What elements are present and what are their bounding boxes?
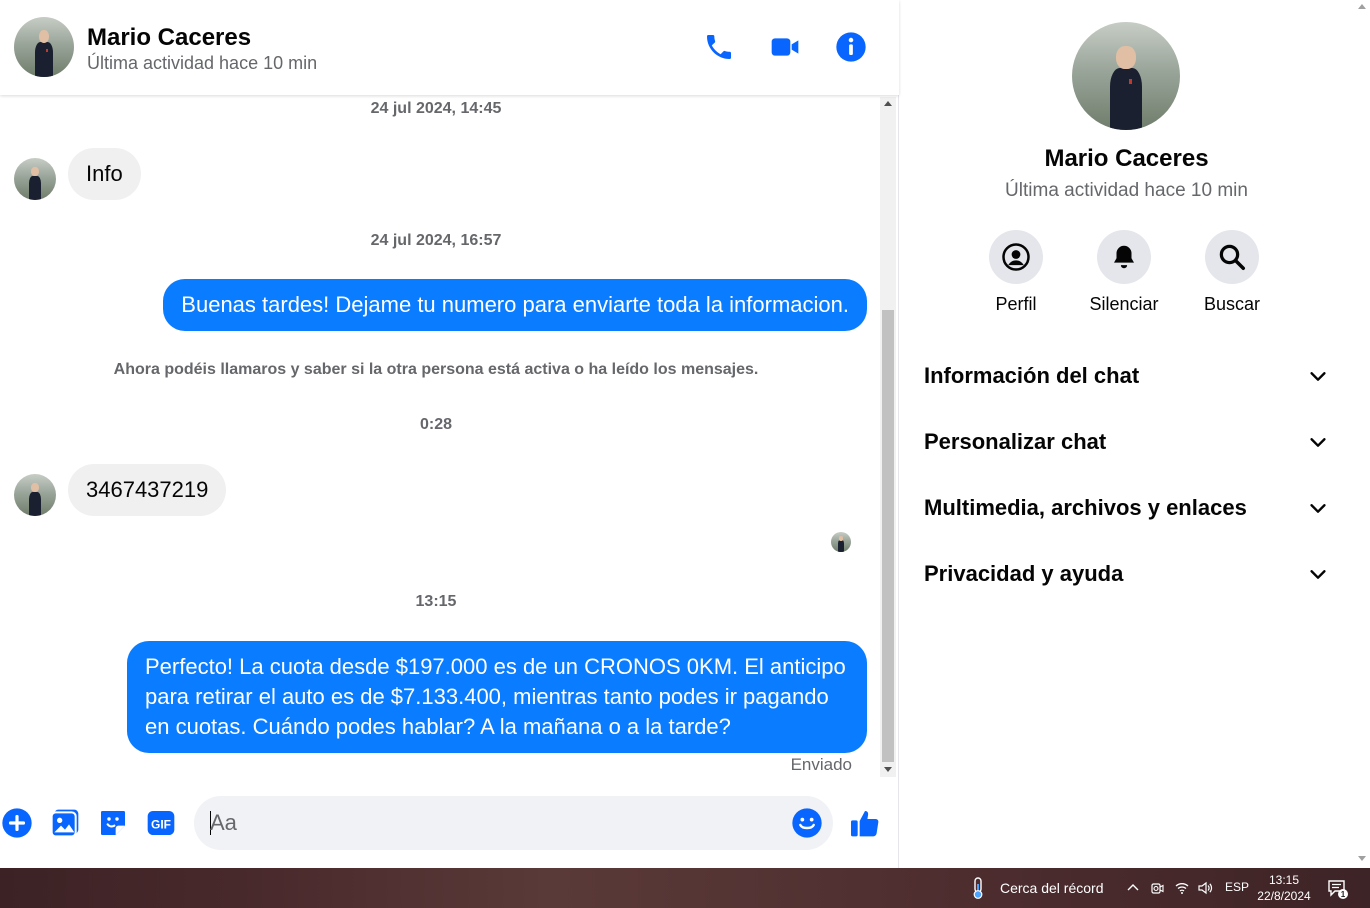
sticker-icon xyxy=(101,811,125,835)
search-icon xyxy=(1219,244,1245,270)
scroll-up-arrow[interactable] xyxy=(884,101,892,106)
message-input[interactable] xyxy=(210,796,770,850)
profile-name[interactable]: Mario Caceres xyxy=(900,145,1353,173)
gif-button[interactable]: GIF xyxy=(144,806,178,840)
mute-action-label: Silenciar xyxy=(1089,294,1159,314)
conversation-info-button[interactable] xyxy=(834,30,868,64)
contact-name[interactable]: Mario Caceres xyxy=(87,24,251,52)
profile-icon xyxy=(1002,243,1030,271)
profile-action[interactable]: Perfil xyxy=(961,230,1071,315)
speaker-icon[interactable] xyxy=(1197,880,1213,896)
image-icon xyxy=(50,809,79,838)
profile-photo[interactable] xyxy=(1072,22,1180,130)
bell-icon xyxy=(1114,245,1134,269)
search-action[interactable]: Buscar xyxy=(1177,230,1287,315)
message-list[interactable]: 24 jul 2024, 14:45 Info 24 jul 2024, 16:… xyxy=(0,95,880,780)
sticker-button[interactable] xyxy=(96,806,130,840)
section-privacy-help[interactable]: Privacidad y ayuda xyxy=(924,554,1329,594)
incoming-message[interactable]: 3467437219 xyxy=(68,464,227,516)
sent-status: Enviado xyxy=(790,755,852,774)
weather-text[interactable]: Cerca del récord xyxy=(1000,880,1104,896)
message-timestamp: 24 jul 2024, 16:57 xyxy=(370,232,502,249)
wifi-icon[interactable] xyxy=(1174,880,1190,896)
notification-icon[interactable]: 1 xyxy=(1327,878,1349,900)
chevron-down-icon xyxy=(1310,438,1326,447)
gif-icon: GIF xyxy=(147,811,175,835)
chevron-up-icon[interactable] xyxy=(1125,880,1141,896)
section-customize-chat[interactable]: Personalizar chat xyxy=(924,422,1329,462)
message-timestamp: 13:15 xyxy=(415,593,457,610)
profile-action-label: Perfil xyxy=(995,294,1037,314)
mute-action[interactable]: Silenciar xyxy=(1069,230,1179,315)
message-timestamp: 24 jul 2024, 14:45 xyxy=(370,100,502,117)
thumbs-up-icon xyxy=(851,811,879,837)
chevron-down-icon xyxy=(1310,372,1326,381)
more-actions-button[interactable] xyxy=(0,806,34,840)
outgoing-message[interactable]: Perfecto! La cuota desde $197.000 es de … xyxy=(127,641,867,753)
conversation-info-panel: Mario Caceres Última actividad hace 10 m… xyxy=(900,0,1353,868)
info-icon xyxy=(836,32,866,62)
video-camera-icon xyxy=(771,38,799,56)
plus-icon xyxy=(2,808,32,838)
svg-text:1: 1 xyxy=(1341,890,1346,899)
message-scrollbar[interactable] xyxy=(880,97,896,777)
like-button[interactable] xyxy=(848,806,882,840)
contact-status: Última actividad hace 10 min xyxy=(87,53,318,73)
svg-text:GIF: GIF xyxy=(151,817,171,831)
section-media-files-links[interactable]: Multimedia, archivos y enlaces xyxy=(924,488,1329,528)
attach-image-button[interactable] xyxy=(48,806,82,840)
video-call-button[interactable] xyxy=(768,30,802,64)
phone-icon xyxy=(707,35,731,59)
message-timestamp: 0:28 xyxy=(419,416,453,433)
chevron-down-icon xyxy=(1310,570,1326,579)
thermometer-icon[interactable] xyxy=(968,876,988,900)
section-chat-info[interactable]: Información del chat xyxy=(924,356,1329,396)
messenger-app: Mario Caceres Última actividad hace 10 m… xyxy=(0,0,1370,868)
scroll-thumb[interactable] xyxy=(882,310,894,762)
chat-header: Mario Caceres Última actividad hace 10 m… xyxy=(0,0,899,95)
search-action-label: Buscar xyxy=(1203,294,1261,314)
camera-icon[interactable] xyxy=(1149,880,1165,896)
outgoing-message[interactable]: Buenas tardes! Dejame tu numero para env… xyxy=(163,279,867,331)
contact-avatar[interactable] xyxy=(14,17,74,77)
windows-taskbar: Cerca del récord ESP 13:15 22/8/2024 1 xyxy=(0,868,1370,908)
incoming-message[interactable]: Info xyxy=(68,148,141,200)
clock[interactable]: 13:15 22/8/2024 xyxy=(1254,872,1314,904)
sender-avatar[interactable] xyxy=(14,158,56,200)
scroll-down-arrow[interactable] xyxy=(884,767,892,772)
language-indicator[interactable]: ESP xyxy=(1225,880,1249,894)
clock-time: 13:15 xyxy=(1268,873,1300,887)
profile-status: Última actividad hace 10 min xyxy=(1005,180,1248,201)
chat-pane: Mario Caceres Última actividad hace 10 m… xyxy=(0,0,899,868)
chevron-down-icon xyxy=(1310,504,1326,513)
clock-date: 22/8/2024 xyxy=(1257,889,1311,903)
sender-avatar[interactable] xyxy=(14,474,56,516)
page-scroll-down-arrow[interactable] xyxy=(1358,856,1366,861)
page-scroll-up-arrow[interactable] xyxy=(1358,4,1366,9)
page-scrollbar[interactable] xyxy=(1353,0,1370,868)
message-input-wrapper[interactable] xyxy=(194,796,833,850)
emoji-icon[interactable] xyxy=(791,807,823,839)
call-button[interactable] xyxy=(702,30,736,64)
system-notice: Ahora podéis llamaros y saber si la otra… xyxy=(113,361,759,378)
composer: GIF xyxy=(0,780,899,868)
read-receipt-avatar xyxy=(831,532,851,552)
